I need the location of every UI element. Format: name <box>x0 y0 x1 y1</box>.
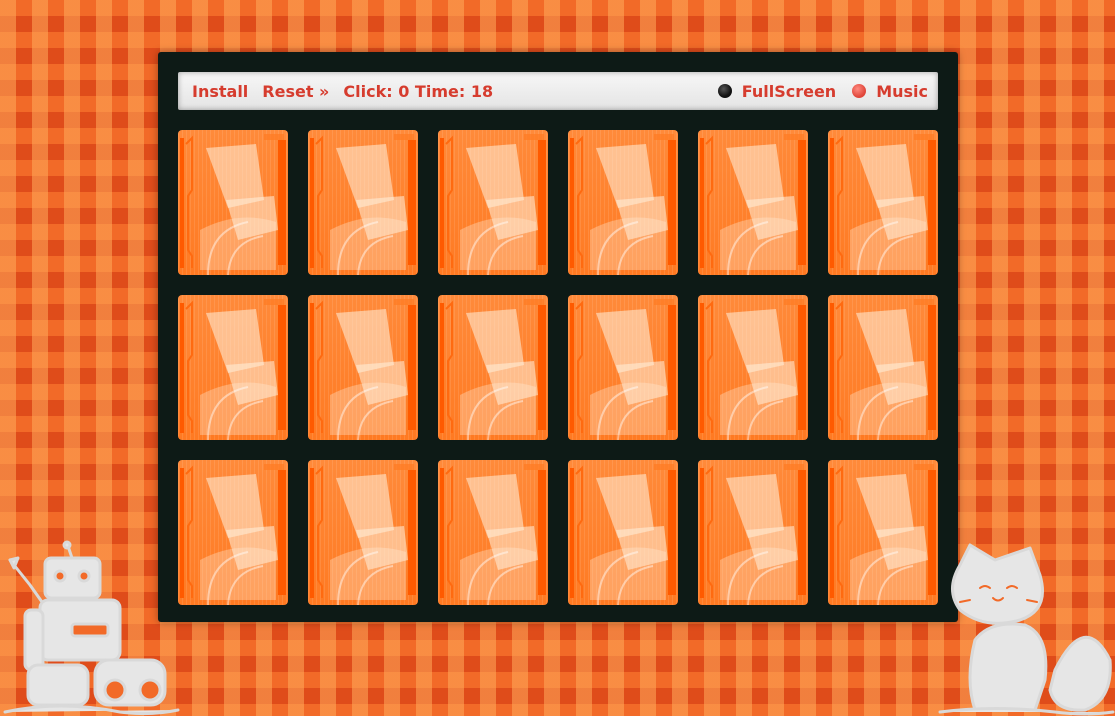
card-back-icon <box>440 464 546 605</box>
card-back-icon <box>180 299 286 440</box>
memory-card[interactable] <box>828 295 938 440</box>
memory-card[interactable] <box>828 460 938 605</box>
time-label: Time: <box>414 81 466 101</box>
card-back-icon <box>180 464 286 605</box>
reset-button[interactable]: Reset » <box>262 82 329 101</box>
card-back-icon <box>440 299 546 440</box>
card-back-icon <box>700 134 806 275</box>
memory-card[interactable] <box>178 295 288 440</box>
memory-card[interactable] <box>438 295 548 440</box>
memory-card[interactable] <box>698 460 808 605</box>
music-indicator-icon <box>852 84 867 98</box>
card-grid <box>178 130 938 605</box>
memory-card[interactable] <box>568 130 678 275</box>
memory-card[interactable] <box>308 460 418 605</box>
memory-card[interactable] <box>568 460 678 605</box>
card-back-icon <box>700 299 806 440</box>
card-back-icon <box>830 464 936 605</box>
card-back-icon <box>310 134 416 275</box>
card-back-icon <box>310 464 416 605</box>
install-button[interactable]: Install <box>192 82 248 101</box>
click-counter: Click: 0 Time: 18 <box>343 82 493 101</box>
music-toggle[interactable]: Music <box>852 82 928 101</box>
card-back-icon <box>310 299 416 440</box>
memory-card[interactable] <box>568 295 678 440</box>
card-back-icon <box>830 134 936 275</box>
fullscreen-toggle[interactable]: FullScreen <box>717 81 837 101</box>
memory-card[interactable] <box>438 460 548 605</box>
memory-card[interactable] <box>438 130 548 275</box>
fullscreen-indicator-icon <box>717 84 732 98</box>
card-back-icon <box>440 134 546 275</box>
click-count: 0 <box>398 81 410 101</box>
memory-card[interactable] <box>308 130 418 275</box>
music-label: Music <box>876 81 928 101</box>
card-back-icon <box>180 134 286 275</box>
memory-card[interactable] <box>178 130 288 275</box>
fox-sketch-icon <box>938 543 1115 716</box>
fullscreen-label: FullScreen <box>741 81 837 101</box>
robot-sketch-icon <box>3 540 180 716</box>
game-board: Install Reset » Click: 0 Time: 18 FullSc… <box>158 52 958 622</box>
card-back-icon <box>570 299 676 440</box>
memory-card[interactable] <box>828 130 938 275</box>
click-label: Click: <box>343 81 393 101</box>
card-back-icon <box>830 299 936 440</box>
memory-card[interactable] <box>698 295 808 440</box>
card-back-icon <box>700 464 806 605</box>
time-value: 18 <box>470 81 494 101</box>
memory-card[interactable] <box>698 130 808 275</box>
card-back-icon <box>570 464 676 605</box>
card-back-icon <box>570 134 676 275</box>
toolbar: Install Reset » Click: 0 Time: 18 FullSc… <box>178 72 938 110</box>
memory-card[interactable] <box>178 460 288 605</box>
memory-card[interactable] <box>308 295 418 440</box>
